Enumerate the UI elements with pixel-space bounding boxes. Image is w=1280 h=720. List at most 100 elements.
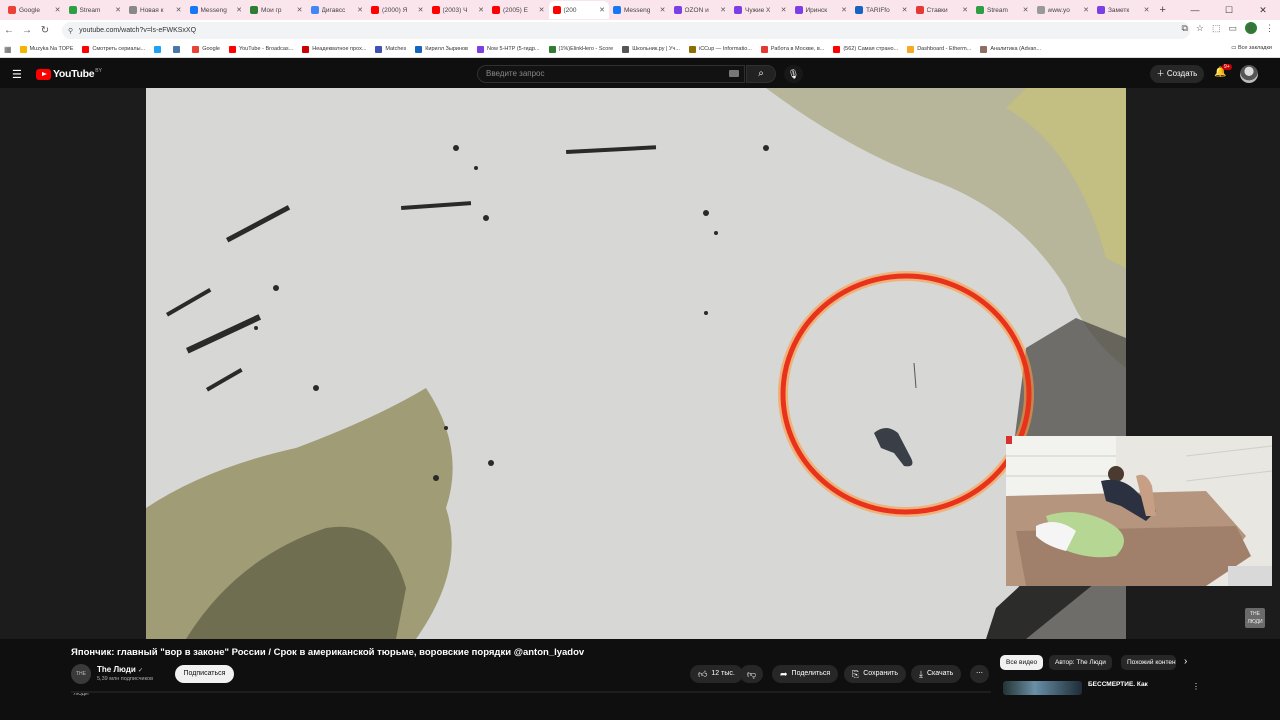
dislike-button[interactable]: 👎︎ (740, 665, 764, 683)
video-frame[interactable] (146, 88, 1126, 639)
chevron-right-icon[interactable]: › (1184, 656, 1187, 667)
tab-close-icon[interactable]: ✕ (176, 6, 182, 14)
url-input[interactable]: ⚲ youtube.com/watch?v=ls-eFWKSxXQ (62, 22, 1190, 39)
tab-close-icon[interactable]: ✕ (599, 6, 605, 14)
tab-close-icon[interactable]: ✕ (1144, 6, 1150, 14)
create-button[interactable]: ＋ Создать (1150, 65, 1204, 83)
profile-avatar[interactable]: K (1245, 22, 1257, 34)
browser-tab[interactable]: Заметк ✕ (1093, 1, 1154, 19)
tab-close-icon[interactable]: ✕ (781, 6, 787, 14)
hamburger-menu-icon[interactable]: ☰ (12, 68, 22, 81)
sidebar-icon[interactable]: ▭ (1228, 23, 1237, 34)
browser-tab[interactable]: Чужие Х ✕ (730, 1, 791, 19)
menu-icon[interactable]: ⋮ (1265, 23, 1274, 34)
bookmark-item[interactable]: Кирилл Зыринов (415, 45, 468, 53)
tab-close-icon[interactable]: ✕ (660, 6, 666, 14)
browser-tab[interactable]: Мои гр ✕ (246, 1, 307, 19)
extensions-icon[interactable]: ⬚ (1212, 23, 1221, 34)
bookmark-item[interactable] (173, 45, 183, 53)
channel-watermark[interactable]: THE ЛЮДИ (1245, 608, 1265, 628)
tab-close-icon[interactable]: ✕ (962, 6, 968, 14)
forward-icon[interactable]: → (18, 25, 36, 36)
tab-close-icon[interactable]: ✕ (478, 6, 484, 14)
tab-close-icon[interactable]: ✕ (55, 6, 61, 14)
maximize-icon[interactable]: ☐ (1212, 0, 1246, 20)
chip-related[interactable]: Похожий контент (1121, 655, 1176, 670)
video-player[interactable]: THE ЛЮДИ (0, 88, 1280, 639)
browser-tab[interactable]: Stream ✕ (972, 1, 1033, 19)
share-button[interactable]: ➦ Поделиться (772, 665, 839, 683)
recommended-video-title[interactable]: БЕССМЕРТИЕ. Как (1088, 681, 1148, 688)
site-info-icon[interactable]: ⚲ (68, 27, 73, 35)
bookmark-star-icon[interactable]: ☆ (1196, 23, 1204, 34)
browser-tab[interactable]: Дигавсс ✕ (307, 1, 368, 19)
all-bookmarks[interactable]: ▭ Все закладки (1231, 45, 1272, 51)
more-vertical-icon[interactable]: ⋮ (1192, 682, 1200, 691)
tab-close-icon[interactable]: ✕ (539, 6, 545, 14)
browser-tab[interactable]: Google ✕ (4, 1, 65, 19)
tab-close-icon[interactable]: ✕ (115, 6, 121, 14)
bookmark-item[interactable]: Школьник.ру | Уч... (622, 45, 680, 53)
chip-from-author[interactable]: Автор: The Люди (1049, 655, 1112, 670)
browser-tab[interactable]: Stream ✕ (65, 1, 126, 19)
voice-search-button[interactable]: 🎙 (784, 65, 803, 83)
bookmark-item[interactable]: (1%)ЕlinkHero - Score (548, 45, 613, 53)
like-button[interactable]: 👍︎ 12 тыс. (690, 665, 743, 683)
picture-in-picture-webcam[interactable] (1006, 436, 1272, 586)
browser-tab[interactable]: Messeng ✕ (186, 1, 247, 19)
tab-close-icon[interactable]: ✕ (236, 6, 242, 14)
minimize-icon[interactable]: — (1178, 0, 1212, 20)
tab-close-icon[interactable]: ✕ (1023, 6, 1029, 14)
apps-grid-icon[interactable]: ▦ (4, 45, 12, 54)
bookmark-item[interactable]: Google (192, 45, 220, 53)
bookmark-item[interactable]: Работа в Москве, в... (760, 45, 824, 53)
keyboard-icon[interactable] (729, 70, 739, 77)
account-avatar[interactable] (1240, 65, 1258, 83)
browser-tab[interactable]: (2003) Ч ✕ (428, 1, 489, 19)
tab-close-icon[interactable]: ✕ (418, 6, 424, 14)
bookmark-item[interactable]: (562) Самая страно... (833, 45, 898, 53)
tab-close-icon[interactable]: ✕ (720, 6, 726, 14)
back-icon[interactable]: ← (0, 25, 18, 36)
bookmark-item[interactable]: Смотреть сериалы... (82, 45, 145, 53)
browser-tab[interactable]: (2005) Е ✕ (488, 1, 549, 19)
youtube-logo[interactable]: YouTube BY (36, 68, 102, 80)
tab-close-icon[interactable]: ✕ (297, 6, 303, 14)
browser-tab[interactable]: Новая к ✕ (125, 1, 186, 19)
bookmark-item[interactable]: Now 5-HTP (5-гидр... (476, 45, 540, 53)
more-actions-button[interactable]: ⋯ (970, 665, 989, 683)
bookmark-item[interactable]: Matches (375, 45, 406, 53)
tab-close-icon[interactable]: ✕ (1083, 6, 1089, 14)
search-button[interactable]: ⌕ (746, 65, 776, 83)
search-input[interactable]: Введите запрос (477, 65, 745, 83)
close-window-icon[interactable]: ✕ (1246, 0, 1280, 20)
bookmark-item[interactable]: Аналитика (Advan... (980, 45, 1041, 53)
tab-close-icon[interactable]: ✕ (902, 6, 908, 14)
chip-all-videos[interactable]: Все видео (1000, 655, 1044, 670)
bookmark-item[interactable]: iCCup — Informatio... (688, 45, 752, 53)
recommended-video-thumbnail[interactable] (1003, 681, 1082, 695)
bookmark-item[interactable]: YouTube - Broadcas... (228, 45, 293, 53)
bookmark-item[interactable]: Muzyka Na TOPE (19, 45, 73, 53)
tab-close-icon[interactable]: ✕ (841, 6, 847, 14)
bookmark-item[interactable] (154, 45, 164, 53)
install-app-icon[interactable]: ⧉ (1181, 23, 1187, 34)
tab-close-icon[interactable]: ✕ (357, 6, 363, 14)
browser-tab[interactable]: (2000) Я ✕ (367, 1, 428, 19)
download-button[interactable]: ⤓ Скачать (911, 665, 962, 683)
new-tab-icon[interactable]: + (1160, 4, 1166, 16)
channel-avatar[interactable]: THE ЛЮДИ (71, 664, 91, 697)
browser-tab[interactable]: (200 ✕ (548, 1, 609, 19)
browser-tab[interactable]: TARIFfo ✕ (851, 1, 912, 19)
browser-tab[interactable]: www.yo ✕ (1033, 1, 1094, 19)
browser-tab[interactable]: Messeng ✕ (609, 1, 670, 19)
browser-tab[interactable]: OZON и ✕ (670, 1, 731, 19)
reload-icon[interactable]: ↻ (36, 25, 54, 36)
subscribe-button[interactable]: Подписаться (175, 665, 234, 683)
bookmark-item[interactable]: Dashboard - Etherm... (907, 45, 971, 53)
channel-name[interactable]: The Люди ✓ (97, 665, 143, 674)
save-button[interactable]: ⎘ Сохранить (844, 665, 906, 683)
bookmark-item[interactable]: Неадекватное прох... (302, 45, 366, 53)
browser-tab[interactable]: Иринск ✕ (791, 1, 852, 19)
browser-tab[interactable]: Ставки ✕ (912, 1, 973, 19)
